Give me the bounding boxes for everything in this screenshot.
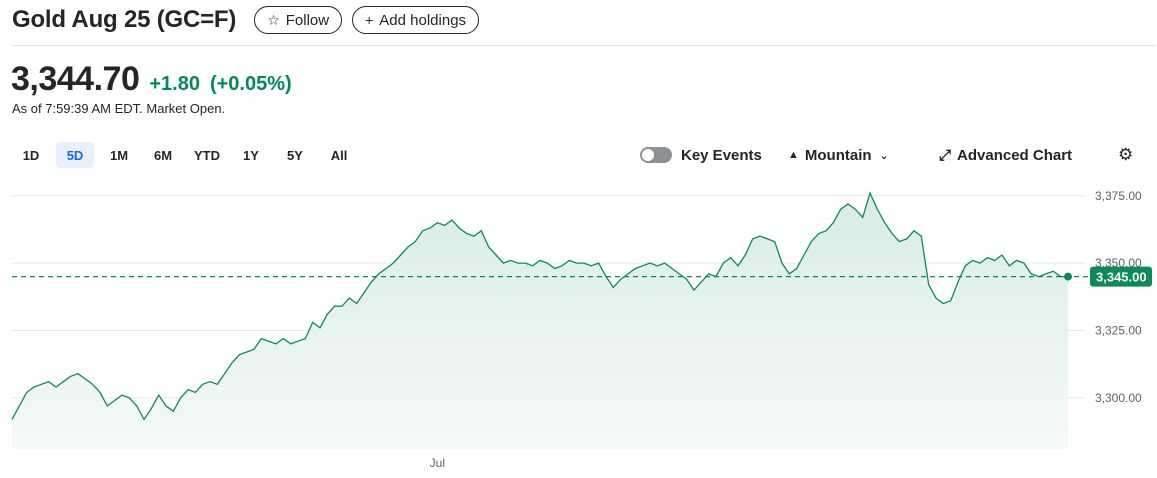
ticker-title: Gold Aug 25 (GC=F) bbox=[12, 6, 237, 33]
chart-type-label: Mountain bbox=[804, 146, 872, 164]
y-tick-label: 3,350.00 bbox=[1095, 256, 1142, 270]
follow-button[interactable]: ☆ Follow bbox=[254, 6, 343, 34]
star-icon: ☆ bbox=[267, 12, 280, 28]
market-status: As of 7:59:39 AM EDT. Market Open. bbox=[12, 101, 226, 116]
price-change: +1.80 bbox=[149, 73, 200, 95]
add-holdings-button[interactable]: + Add holdings bbox=[352, 6, 480, 34]
add-holdings-label: Add holdings bbox=[379, 11, 467, 29]
price-change-percent: (+0.05%) bbox=[209, 73, 292, 95]
range-button-all[interactable]: All bbox=[320, 142, 358, 168]
y-tick-label: 3,300.00 bbox=[1095, 391, 1142, 405]
chart-settings-button[interactable]: ⚙ bbox=[1118, 142, 1133, 168]
chart-type-dropdown[interactable]: ▲ Mountain ⌄ bbox=[788, 142, 889, 168]
range-button-5d[interactable]: 5D bbox=[56, 142, 94, 168]
advanced-chart-button[interactable]: ⤢ Advanced Chart bbox=[939, 142, 1072, 168]
chevron-down-icon: ⌄ bbox=[879, 149, 889, 162]
last-price-dot bbox=[1064, 272, 1072, 281]
toggle-switch[interactable] bbox=[640, 147, 672, 163]
range-button-1m[interactable]: 1M bbox=[100, 142, 138, 168]
mountain-icon: ▲ bbox=[788, 149, 799, 161]
range-button-6m[interactable]: 6M bbox=[144, 142, 182, 168]
follow-label: Follow bbox=[285, 11, 330, 29]
range-button-5y[interactable]: 5Y bbox=[276, 142, 314, 168]
range-selector: 1D 5D 1M 6M YTD 1Y 5Y All bbox=[12, 142, 358, 168]
advanced-chart-label: Advanced Chart bbox=[957, 146, 1073, 164]
key-events-label: Key Events bbox=[681, 146, 762, 164]
range-button-1d[interactable]: 1D bbox=[12, 142, 50, 168]
key-events-toggle[interactable]: Key Events bbox=[640, 142, 762, 168]
current-price-badge-label: 3,345.00 bbox=[1096, 270, 1147, 285]
gear-icon: ⚙ bbox=[1118, 145, 1134, 164]
quote-price-block: 3,344.70 +1.80 (+0.05%) bbox=[11, 60, 292, 99]
y-tick-label: 3,325.00 bbox=[1095, 323, 1142, 337]
expand-arrow-icon: ⤢ bbox=[939, 146, 952, 164]
price-chart: 3,345.00 3,300.00 3,325.00 3,350.00 3,375.0… bbox=[11, 189, 1152, 470]
current-price: 3,344.70 bbox=[11, 60, 140, 98]
range-button-ytd[interactable]: YTD bbox=[188, 142, 226, 168]
plus-icon: + bbox=[365, 12, 374, 28]
quote-header: Gold Aug 25 (GC=F) ☆ Follow + Add holdin… bbox=[12, 5, 480, 35]
y-tick-label: 3,375.00 bbox=[1095, 189, 1142, 203]
price-area bbox=[12, 193, 1068, 449]
range-button-1y[interactable]: 1Y bbox=[232, 142, 270, 168]
x-tick-label: Jul bbox=[430, 456, 445, 470]
header-divider bbox=[12, 45, 1155, 46]
